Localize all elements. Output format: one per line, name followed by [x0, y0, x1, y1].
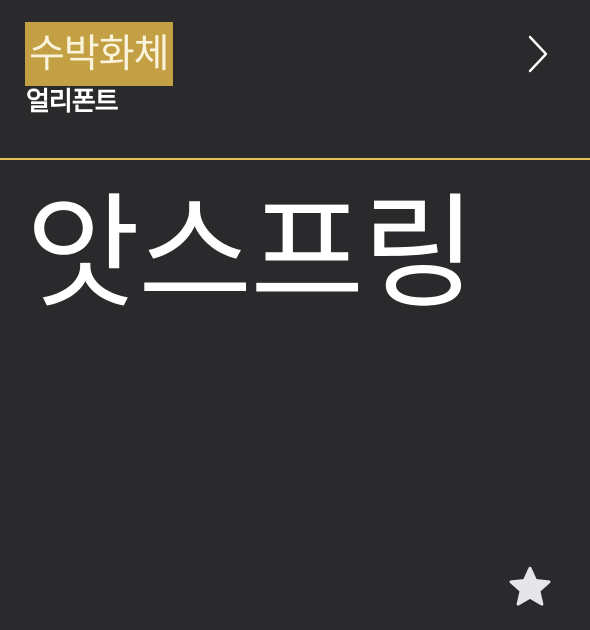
favorite-button[interactable] [502, 562, 558, 614]
star-icon [509, 566, 551, 606]
font-card-header: 수박화체 얼리폰트 [0, 0, 590, 158]
font-name-highlight: 수박화체 [25, 22, 173, 86]
font-card: 수박화체 얼리폰트 앗스프링 [0, 0, 590, 630]
foundry-name: 얼리폰트 [26, 87, 119, 117]
chevron-right-icon [528, 35, 548, 73]
font-name: 수박화체 [29, 31, 170, 77]
font-preview-text: 앗스프링 [26, 182, 476, 326]
next-button[interactable] [515, 30, 561, 78]
header-divider [0, 158, 590, 160]
